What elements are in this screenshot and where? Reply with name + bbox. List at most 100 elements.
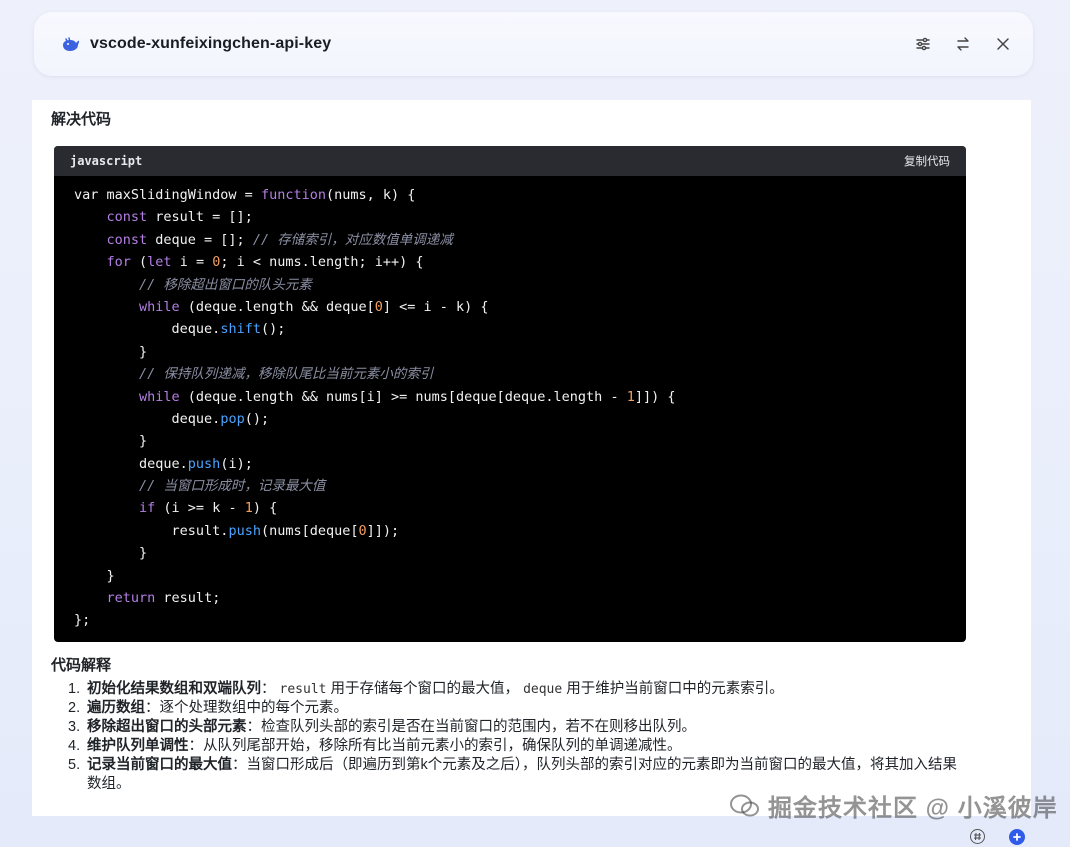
code-token: // 移除超出窗口的队头元素	[139, 276, 312, 293]
code-token: };	[74, 612, 91, 629]
code-token: ) {	[252, 500, 278, 517]
code-line: }	[74, 430, 946, 452]
code-line: }	[74, 341, 946, 363]
code-token: deque.	[74, 455, 188, 472]
code-line: while (deque.length && deque[0] <= i - k…	[74, 296, 946, 318]
code-token: deque.	[74, 321, 221, 338]
explanation-term: 初始化结果数组和双端队列	[87, 681, 261, 697]
code-token: (deque.length && deque[	[179, 298, 375, 315]
hash-icon[interactable]	[970, 829, 985, 844]
code-token: ]]) {	[634, 388, 676, 405]
code-token: (	[130, 254, 148, 271]
explanation-fragment: ：	[261, 681, 280, 697]
code-body: var maxSlidingWindow = function(nums, k)…	[54, 176, 966, 632]
code-line: }	[74, 542, 946, 564]
code-block-header: javascript 复制代码	[54, 146, 966, 176]
inline-code: deque	[523, 682, 563, 697]
code-token: (nums[deque[	[260, 522, 359, 539]
code-token: // 当窗口形成时，记录最大值	[139, 478, 326, 495]
explanation-item: 3. 移除超出窗口的头部元素：检查队列头部的索引是否在当前窗口的范围内，若不在则移…	[68, 718, 967, 737]
code-block: javascript 复制代码 var maxSlidingWindow = f…	[54, 146, 966, 642]
explanation-term: 移除超出窗口的头部元素	[87, 719, 247, 735]
settings-sliders-icon[interactable]	[913, 34, 933, 54]
swap-icon[interactable]	[953, 34, 973, 54]
code-line: for (let i = 0; i < nums.length; i++) {	[74, 251, 946, 273]
code-line: }	[74, 565, 946, 587]
code-token: const	[106, 209, 148, 226]
explanation-term: 遍历数组	[87, 700, 145, 716]
code-line: if (i >= k - 1) {	[74, 497, 946, 519]
code-token: function	[260, 187, 326, 203]
code-token: (i >= k -	[155, 500, 245, 517]
list-number: 5.	[68, 757, 81, 773]
explanation-text: 遍历数组：逐个处理数组中的每个元素。	[87, 699, 967, 718]
code-token: // 保持队列递减，移除队尾比当前元素小的索引	[139, 366, 434, 383]
list-number: 3.	[68, 719, 81, 735]
code-token: shift	[220, 321, 261, 338]
header-actions	[913, 34, 1013, 54]
code-token: 0	[374, 298, 383, 315]
explanation-term: 记录当前窗口的最大值	[87, 757, 232, 773]
copy-code-button[interactable]: 复制代码	[904, 153, 950, 169]
code-token: push	[187, 455, 221, 472]
code-token: deque.	[74, 410, 221, 427]
code-line: const deque = []; // 存储索引，对应数值单调递减	[74, 229, 946, 251]
explanation-fragment: 用于维护当前窗口中的元素索引。	[562, 681, 784, 697]
code-language-label: javascript	[70, 154, 143, 168]
code-token: if	[139, 500, 156, 517]
add-circle-icon[interactable]	[1009, 829, 1025, 845]
explanation-text: 维护队列单调性：从队列尾部开始，移除所有比当前元素小的索引，确保队列的单调递减性…	[87, 737, 967, 756]
code-token: (deque.length && nums[i] >= nums[deque[d…	[179, 388, 627, 405]
code-line: };	[74, 609, 946, 631]
explanation-text: 初始化结果数组和双端队列： result 用于存储每个窗口的最大值， deque…	[87, 680, 967, 699]
list-number: 2.	[68, 700, 81, 716]
code-token: 0	[358, 522, 367, 539]
explanation-fragment: ：检查队列头部的索引是否在当前窗口的范围内，若不在则移出队列。	[246, 719, 697, 735]
code-token: result = [];	[147, 209, 253, 226]
explanation-fragment: ：逐个处理数组中的每个元素。	[145, 700, 348, 716]
inline-code: result	[279, 682, 327, 697]
code-line: deque.push(i);	[74, 453, 946, 475]
code-token: ]]);	[366, 522, 400, 539]
section-heading-solution: 解决代码	[51, 111, 112, 128]
code-token: result.	[74, 522, 229, 539]
explanation-item: 4. 维护队列单调性：从队列尾部开始，移除所有比当前元素小的索引，确保队列的单调递…	[68, 737, 967, 756]
watermark-text: 掘金技术社区 @ 小溪彼岸	[768, 795, 1058, 822]
code-token: deque = [];	[147, 231, 253, 248]
code-line: result.push(nums[deque[0]]);	[74, 520, 946, 542]
code-token: i =	[171, 254, 213, 271]
code-token: }	[74, 545, 148, 562]
code-token: return	[106, 590, 156, 607]
response-content: 解决代码 javascript 复制代码 var maxSlidingWindo…	[32, 100, 1031, 816]
window-title: vscode-xunfeixingchen-api-key	[90, 35, 332, 52]
close-icon[interactable]	[993, 34, 1013, 54]
code-token: }	[74, 567, 115, 584]
code-token: push	[228, 522, 261, 539]
explanation-list: 1. 初始化结果数组和双端队列： result 用于存储每个窗口的最大值， deq…	[68, 680, 967, 794]
code-token: }	[74, 343, 148, 360]
watermark: 掘金技术社区 @ 小溪彼岸	[730, 788, 1058, 823]
code-token: const	[106, 231, 148, 248]
explanation-fragment: ：从队列尾部开始，移除所有比当前元素小的索引，确保队列的单调递减性。	[188, 738, 682, 754]
code-token: }	[74, 433, 148, 450]
explanation-fragment: 用于存储每个窗口的最大值，	[326, 681, 524, 697]
code-token: // 存储索引，对应数值单调递减	[252, 231, 453, 248]
code-token: let	[147, 254, 172, 271]
code-token: ; i < nums.length; i++) {	[220, 254, 424, 271]
window-header: vscode-xunfeixingchen-api-key	[34, 12, 1033, 76]
code-token: while	[139, 388, 180, 405]
code-token: pop	[220, 410, 245, 427]
code-token: ();	[244, 410, 270, 427]
code-line: // 保持队列递减，移除队尾比当前元素小的索引	[74, 363, 946, 385]
list-number: 4.	[68, 738, 81, 754]
